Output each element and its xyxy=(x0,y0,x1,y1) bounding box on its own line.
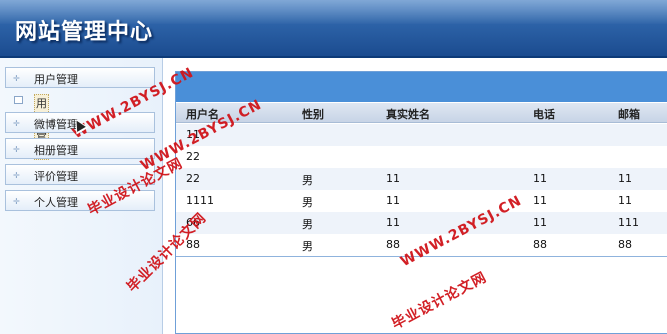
column-header-gender: 性别 xyxy=(302,108,324,121)
sidebar-item-label: 个人管理 xyxy=(34,196,78,209)
bullet-icon: ✛ xyxy=(13,145,20,154)
column-header-phone: 电话 xyxy=(533,108,555,121)
cell-email: 111 xyxy=(618,216,639,229)
sidebar-item-label: 评价管理 xyxy=(34,170,78,183)
cell-username: 1111 xyxy=(186,194,214,207)
sidebar-item-user-management[interactable]: ✛ 用户管理 xyxy=(5,67,155,88)
main-content: 用户名 性别 真实姓名 电话 邮箱 11 22 22 男 11 11 11 11… xyxy=(163,58,667,334)
cell-username: 22 xyxy=(186,150,200,163)
sidebar-item-label: 用户管理 xyxy=(34,73,78,86)
table-row[interactable]: 1111 男 11 11 11 xyxy=(176,190,667,212)
cell-phone: 11 xyxy=(533,216,547,229)
cell-phone: 11 xyxy=(533,172,547,185)
column-header-email: 邮箱 xyxy=(618,108,640,121)
table-row[interactable]: 66 男 11 11 111 xyxy=(176,212,667,234)
cell-gender: 男 xyxy=(302,174,313,187)
bullet-icon: ✛ xyxy=(13,171,20,180)
sidebar-item-album-management[interactable]: ✛ 相册管理 xyxy=(5,138,155,159)
column-header-real-name: 真实姓名 xyxy=(386,108,430,121)
cell-gender: 男 xyxy=(302,218,313,231)
cell-email: 11 xyxy=(618,194,632,207)
cell-gender: 男 xyxy=(302,240,313,253)
cell-phone: 11 xyxy=(533,194,547,207)
cell-email: 11 xyxy=(618,172,632,185)
cell-gender: 男 xyxy=(302,196,313,209)
cell-real-name: 11 xyxy=(386,194,400,207)
cell-username: 22 xyxy=(186,172,200,185)
cell-real-name: 11 xyxy=(386,172,400,185)
bullet-icon: ✛ xyxy=(13,119,20,128)
cell-phone: 88 xyxy=(533,238,547,251)
app-header: 网站管理中心 xyxy=(0,0,667,58)
cell-real-name: 11 xyxy=(386,216,400,229)
bullet-icon: ✛ xyxy=(13,197,20,206)
table-row[interactable]: 22 男 11 11 11 xyxy=(176,168,667,190)
cell-email: 88 xyxy=(618,238,632,251)
cell-real-name: 88 xyxy=(386,238,400,251)
bullet-icon: ✛ xyxy=(13,74,20,83)
tree-node-icon xyxy=(14,96,23,104)
sidebar-item-label: 相册管理 xyxy=(34,144,78,157)
table-row[interactable]: 11 xyxy=(176,124,667,146)
panel-header xyxy=(176,72,667,102)
table-row[interactable]: 22 xyxy=(176,146,667,168)
app-title: 网站管理中心 xyxy=(15,20,154,45)
